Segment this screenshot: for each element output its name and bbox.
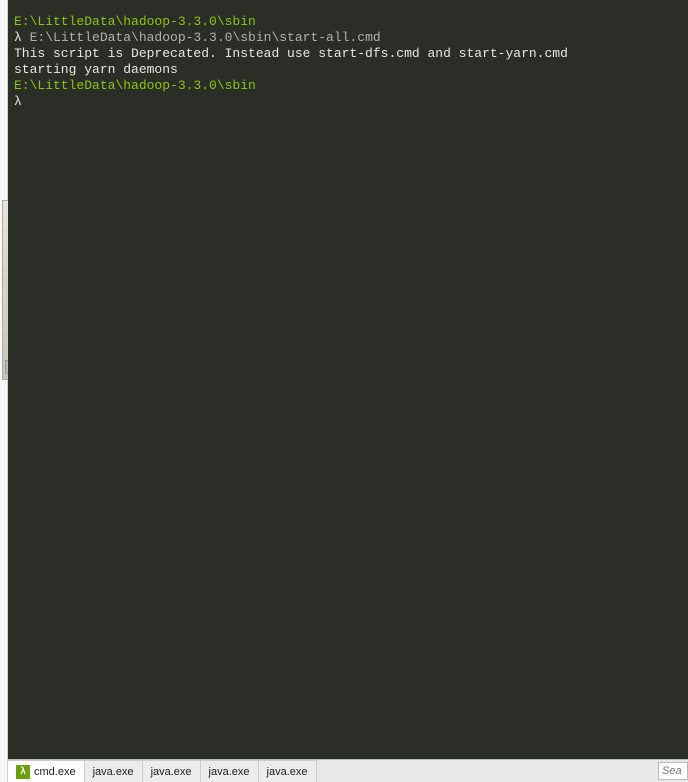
lambda-icon: λ xyxy=(16,765,30,779)
prompt-path: E:\LittleData\hadoop-3.3.0\sbin xyxy=(14,14,256,29)
tab-cmd[interactable]: λ cmd.exe xyxy=(8,760,85,782)
tab-label: java.exe xyxy=(151,766,192,778)
terminal-line: λ E:\LittleData\hadoop-3.3.0\sbin\start-… xyxy=(14,30,682,46)
search-input[interactable] xyxy=(658,762,688,780)
search-container xyxy=(658,760,688,782)
tab-bar: λ cmd.exe java.exe java.exe java.exe jav… xyxy=(8,759,688,782)
terminal-line: E:\LittleData\hadoop-3.3.0\sbin xyxy=(14,14,682,30)
terminal-line: E:\LittleData\hadoop-3.3.0\sbin xyxy=(14,78,682,94)
left-strip xyxy=(0,0,8,782)
terminal-line[interactable]: λ xyxy=(14,94,682,110)
tab-label: java.exe xyxy=(93,766,134,778)
tab-label: java.exe xyxy=(209,766,250,778)
prompt-path: E:\LittleData\hadoop-3.3.0\sbin xyxy=(14,78,256,93)
prompt-lambda-icon: λ xyxy=(14,30,30,45)
tab-java[interactable]: java.exe xyxy=(201,760,259,782)
prompt-lambda-icon: λ xyxy=(14,94,30,109)
tab-label: java.exe xyxy=(267,766,308,778)
tab-label: cmd.exe xyxy=(34,766,76,778)
tab-java[interactable]: java.exe xyxy=(85,760,143,782)
command-text: E:\LittleData\hadoop-3.3.0\sbin\start-al… xyxy=(30,30,381,45)
terminal-line: This script is Deprecated. Instead use s… xyxy=(14,46,682,62)
tab-java[interactable]: java.exe xyxy=(143,760,201,782)
tab-java[interactable]: java.exe xyxy=(259,760,317,782)
terminal-area[interactable]: E:\LittleData\hadoop-3.3.0\sbin λ E:\Lit… xyxy=(8,0,688,759)
terminal-line: starting yarn daemons xyxy=(14,62,682,78)
